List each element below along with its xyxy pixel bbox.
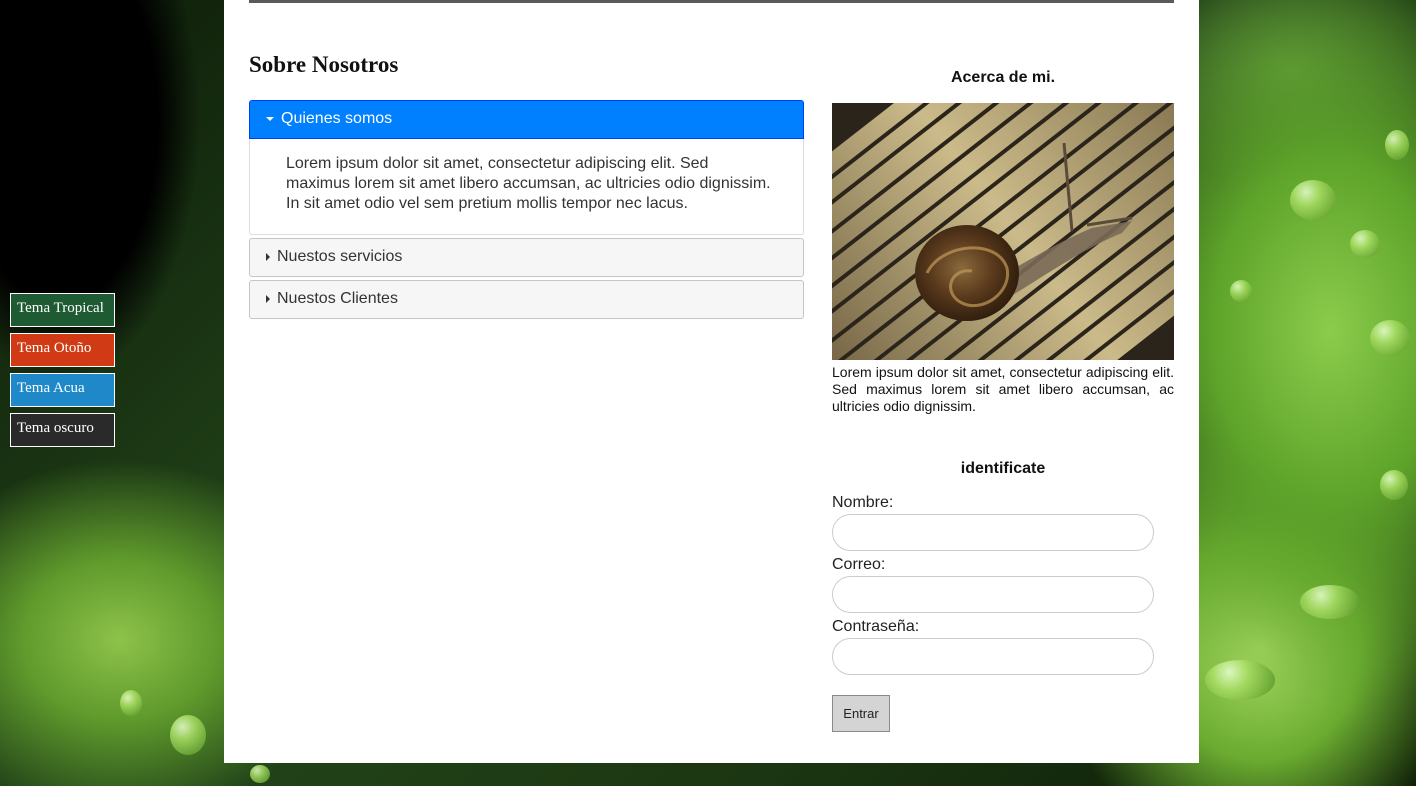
- about-title: Acerca de mi.: [950, 69, 1056, 86]
- accordion: Quienes somos Lorem ipsum dolor sit amet…: [249, 100, 804, 322]
- accordion-item-quienes-somos: Quienes somos Lorem ipsum dolor sit amet…: [249, 100, 804, 235]
- accordion-item-clientes: Nuestos Clientes: [249, 280, 804, 319]
- password-field[interactable]: [832, 638, 1154, 675]
- login-form: identificate Nombre: Correo: Contraseña:…: [832, 460, 1174, 732]
- background-drop: [1370, 320, 1410, 356]
- accordion-header-label: Nuestos servicios: [277, 248, 403, 265]
- background-drop: [250, 765, 270, 783]
- background-drop: [170, 715, 206, 755]
- login-title: identificate: [960, 460, 1046, 477]
- background-drop: [120, 690, 142, 716]
- submit-button[interactable]: Entrar: [832, 695, 890, 732]
- snail-image: [832, 103, 1174, 360]
- background-drop: [1290, 180, 1336, 220]
- background-drop: [1205, 660, 1275, 700]
- sidebar: Acerca de mi. Lorem ipsum dolor sit amet…: [832, 66, 1174, 732]
- name-label: Nombre:: [832, 494, 894, 511]
- theme-oscuro-button[interactable]: Tema oscuro: [10, 413, 115, 447]
- background-drop: [1350, 230, 1380, 258]
- accordion-panel-quienes-somos: Lorem ipsum dolor sit amet, consectetur …: [249, 139, 804, 235]
- snail-photo: [832, 103, 1174, 360]
- accordion-header-quienes-somos[interactable]: Quienes somos: [249, 100, 804, 139]
- caret-right-icon: [266, 253, 270, 261]
- theme-otono-button[interactable]: Tema Otoño: [10, 333, 115, 367]
- email-label: Correo:: [832, 556, 886, 573]
- accordion-item-servicios: Nuestos servicios: [249, 238, 804, 277]
- main-panel: Sobre Nosotros Quienes somos Lorem ipsum…: [224, 0, 1199, 763]
- theme-tropical-button[interactable]: Tema Tropical: [10, 293, 115, 327]
- theme-switcher: Tema Tropical Tema Otoño Tema Acua Tema …: [10, 293, 115, 447]
- accordion-header-clientes[interactable]: Nuestos Clientes: [249, 280, 804, 319]
- caret-right-icon: [266, 295, 270, 303]
- accordion-header-label: Nuestos Clientes: [277, 290, 398, 307]
- background-drop: [1385, 130, 1409, 160]
- background-drop: [1230, 280, 1252, 302]
- accordion-header-label: Quienes somos: [281, 110, 393, 127]
- password-label: Contraseña:: [832, 618, 920, 635]
- accordion-header-servicios[interactable]: Nuestos servicios: [249, 238, 804, 277]
- page-title: Sobre Nosotros: [249, 52, 399, 77]
- caret-down-icon: [266, 117, 274, 121]
- background-drop: [1300, 585, 1360, 619]
- name-field[interactable]: [832, 514, 1154, 551]
- top-divider: [249, 0, 1174, 3]
- photo-caption: Lorem ipsum dolor sit amet, consectetur …: [832, 364, 1174, 414]
- theme-acua-button[interactable]: Tema Acua: [10, 373, 115, 407]
- email-field[interactable]: [832, 576, 1154, 613]
- background-drop: [1380, 470, 1408, 500]
